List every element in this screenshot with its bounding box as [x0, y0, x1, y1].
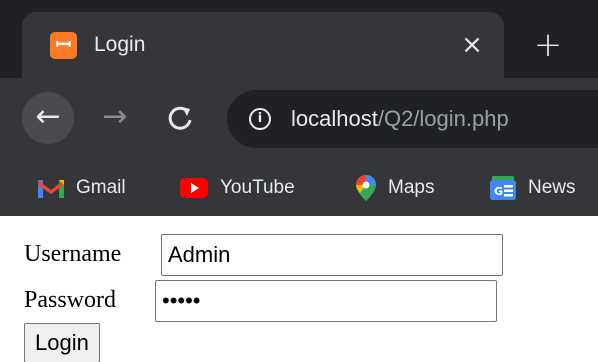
login-button[interactable]: Login [24, 323, 100, 362]
username-input[interactable] [161, 234, 503, 276]
bookmark-youtube[interactable]: YouTube [180, 170, 295, 206]
password-input[interactable] [155, 280, 497, 322]
forward-arrow-icon[interactable]: → [95, 92, 135, 144]
news-icon: G [490, 176, 516, 200]
bookmark-label: Maps [388, 177, 435, 198]
browser-chrome: ꟷ Login × + ← → i localhost/Q2/login.php [0, 0, 598, 216]
url-text[interactable]: localhost/Q2/login.php [291, 104, 509, 134]
bookmark-news[interactable]: G News [490, 170, 576, 206]
url-host: localhost [291, 106, 378, 131]
tab-strip: ꟷ Login × + [0, 0, 598, 78]
bookmark-label: News [528, 177, 576, 198]
bookmark-maps[interactable]: Maps [356, 170, 434, 206]
tab-login[interactable]: ꟷ Login × [22, 12, 504, 78]
youtube-icon [180, 178, 208, 198]
url-path: /Q2/login.php [377, 106, 509, 131]
bookmarks-bar: Gmail YouTube Maps G News [0, 160, 598, 216]
login-page: Username Password Login [0, 216, 598, 362]
back-arrow-icon[interactable]: ← [22, 92, 74, 144]
reload-icon-svg [168, 106, 192, 130]
browser-toolbar: ← → i localhost/Q2/login.php [0, 78, 598, 160]
password-label: Password [24, 287, 117, 313]
bookmark-gmail[interactable]: Gmail [38, 170, 126, 206]
new-tab-icon[interactable]: + [530, 28, 566, 64]
gmail-icon [38, 180, 64, 198]
close-icon[interactable]: × [457, 30, 487, 60]
bookmark-label: YouTube [220, 177, 295, 198]
address-bar[interactable]: i localhost/Q2/login.php [227, 90, 598, 148]
maps-icon [356, 175, 376, 201]
tab-title: Login [94, 33, 146, 56]
svg-text:G: G [494, 185, 503, 198]
info-icon[interactable]: i [249, 108, 271, 130]
bookmark-label: Gmail [76, 177, 126, 198]
reload-icon[interactable] [158, 92, 202, 144]
xampp-icon: ꟷ [50, 32, 77, 59]
username-label: Username [24, 241, 122, 267]
